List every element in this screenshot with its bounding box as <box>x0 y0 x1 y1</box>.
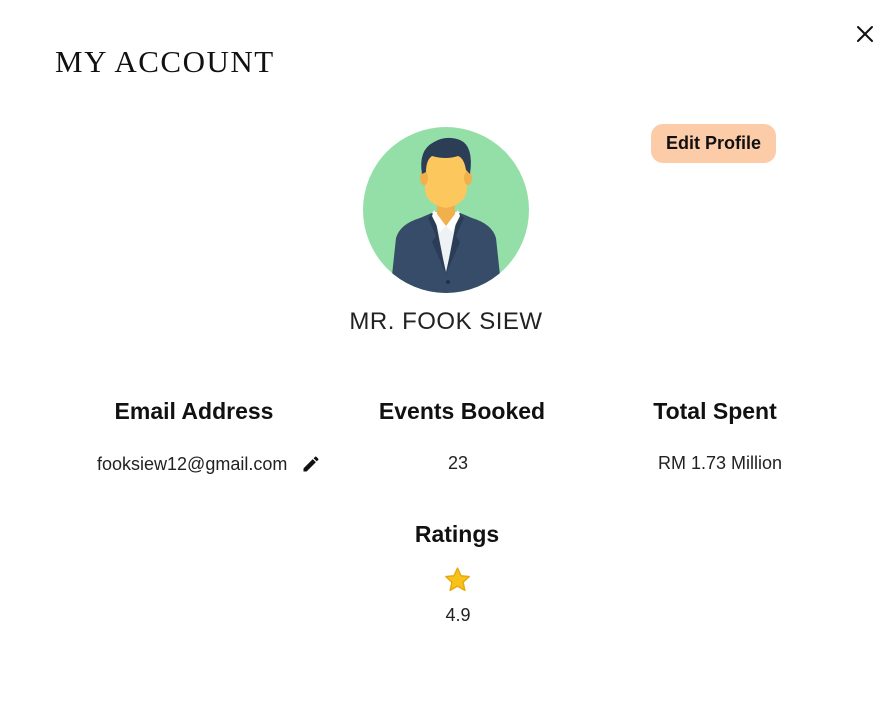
avatar <box>362 126 530 294</box>
rating-value: 4.9 <box>445 605 471 625</box>
star-icon <box>443 565 472 595</box>
user-name: MR. FOOK SIEW <box>349 308 543 335</box>
total-spent-heading: Total Spent <box>653 398 777 424</box>
events-booked-value: 23 <box>447 453 469 473</box>
pencil-icon[interactable] <box>301 454 321 474</box>
events-booked-heading: Events Booked <box>378 398 546 424</box>
ratings-heading: Ratings <box>414 521 500 547</box>
page-title: MY ACCOUNT <box>55 44 275 79</box>
total-spent-value: RM 1.73 Million <box>657 453 783 473</box>
edit-profile-button[interactable]: Edit Profile <box>651 124 776 163</box>
close-icon[interactable] <box>853 22 877 46</box>
email-address-heading: Email Address <box>114 398 274 424</box>
email-value: fooksiew12@gmail.com <box>97 453 288 474</box>
my-account-page: MY ACCOUNT Edit Profile MR. FOOK SIEW Em… <box>0 0 890 718</box>
email-row: fooksiew12@gmail.com <box>97 452 321 476</box>
